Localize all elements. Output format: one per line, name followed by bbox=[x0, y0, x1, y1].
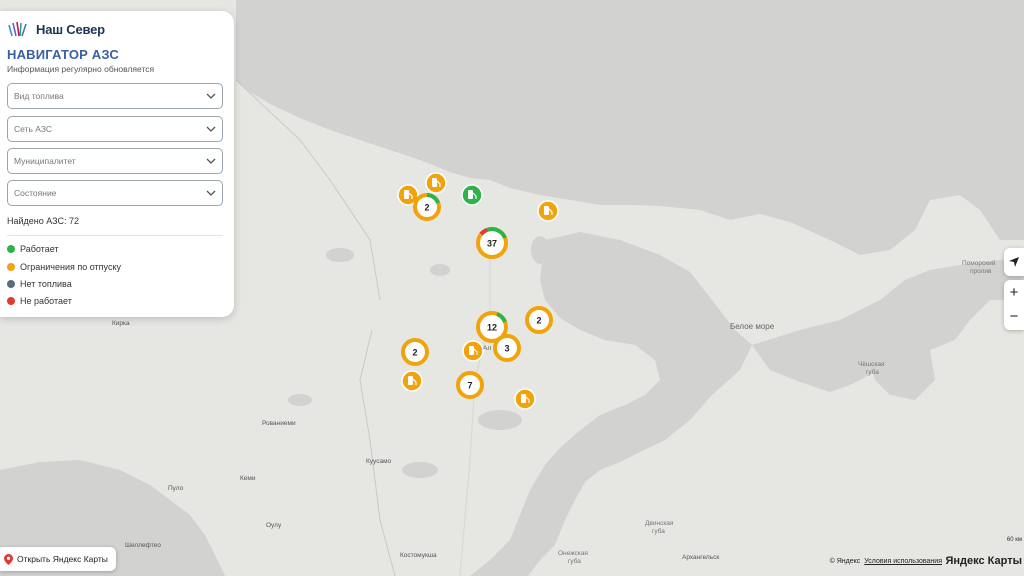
select-placeholder: Вид топлива bbox=[14, 91, 64, 101]
cluster-count: 7 bbox=[467, 381, 472, 391]
status-select[interactable]: Состояние bbox=[7, 180, 223, 206]
cluster-count: 37 bbox=[487, 239, 497, 249]
station-pin[interactable] bbox=[537, 200, 559, 222]
legend-item-closed: Не работает bbox=[7, 296, 72, 306]
station-pin[interactable] bbox=[401, 370, 423, 392]
status-dot bbox=[7, 297, 15, 305]
page-title: НАВИГАТОР АЗС bbox=[7, 47, 120, 62]
map-label: Рованиеми bbox=[262, 420, 296, 427]
fuel-type-select[interactable]: Вид топлива bbox=[7, 83, 223, 109]
map-label: губа bbox=[568, 557, 581, 565]
cluster-count: 12 bbox=[487, 323, 497, 333]
station-pin[interactable] bbox=[462, 340, 484, 362]
map-label: Онежская bbox=[558, 550, 588, 557]
scale-label: 60 км bbox=[1006, 537, 1022, 543]
cluster-count: 2 bbox=[536, 316, 541, 326]
copyright: © Яндекс bbox=[829, 558, 861, 565]
chevron-down-icon bbox=[206, 190, 216, 196]
legend-label: Нет топлива bbox=[20, 279, 72, 289]
map-label: губа bbox=[866, 368, 879, 376]
open-yandex-maps-label: Открыть Яндекс Карты bbox=[17, 554, 108, 564]
brand-name: Наш Север bbox=[36, 21, 105, 37]
filter-panel: Наш Север НАВИГАТОР АЗС Информация регул… bbox=[0, 11, 234, 317]
terms-link[interactable]: Условия использования bbox=[864, 558, 942, 565]
legend-label: Не работает bbox=[20, 296, 72, 306]
cluster-marker[interactable]: 2 bbox=[525, 306, 553, 334]
zoom-control: + − bbox=[1004, 280, 1024, 330]
cluster-count: 2 bbox=[412, 348, 417, 358]
station-pin[interactable] bbox=[514, 388, 536, 410]
map-label: Костомукша bbox=[400, 552, 437, 559]
map-pin-icon bbox=[4, 553, 13, 565]
cluster-marker[interactable]: 37 bbox=[476, 227, 508, 259]
attribution: © Яндекс Условия использования bbox=[830, 558, 942, 565]
status-dot bbox=[7, 263, 15, 271]
legend-item-no-fuel: Нет топлива bbox=[7, 279, 72, 289]
yandex-maps-logo[interactable]: Яндекс Карты bbox=[945, 555, 1022, 567]
brand-logo-icon bbox=[8, 21, 27, 37]
navigation-arrow-icon bbox=[1009, 257, 1019, 267]
map-label: пролив bbox=[970, 268, 992, 275]
map-label: Кирка bbox=[112, 320, 130, 327]
map-label: Куусамо bbox=[366, 458, 392, 465]
chevron-down-icon bbox=[206, 126, 216, 132]
status-dot bbox=[7, 245, 15, 253]
geolocation-button[interactable] bbox=[1004, 248, 1024, 276]
cluster-marker[interactable]: 7 bbox=[456, 371, 484, 399]
select-placeholder: Сеть АЗС bbox=[14, 124, 53, 134]
map-label: Кеми bbox=[240, 475, 256, 482]
lake bbox=[478, 410, 522, 430]
map-label: Чёшская bbox=[858, 361, 885, 368]
zoom-in-button[interactable]: + bbox=[1010, 281, 1019, 305]
found-count: Найдено АЗС: 72 bbox=[7, 216, 80, 226]
cluster-count: 3 bbox=[504, 344, 509, 354]
network-select[interactable]: Сеть АЗС bbox=[7, 116, 223, 142]
map-label: Поморский bbox=[962, 259, 996, 267]
page-subtitle: Информация регулярно обновляется bbox=[7, 64, 155, 74]
legend-item-limited: Ограничения по отпуску bbox=[7, 262, 121, 272]
zoom-out-button[interactable]: − bbox=[1010, 305, 1019, 329]
legend-item-working: Работает bbox=[7, 244, 59, 254]
cluster-marker[interactable]: 2 bbox=[413, 193, 441, 221]
map-label: Ал bbox=[483, 345, 491, 352]
cluster-marker[interactable]: 3 bbox=[493, 334, 521, 362]
map-label: Шеллефтео bbox=[125, 542, 161, 549]
map-label: Пуло bbox=[168, 485, 184, 492]
municipality-select[interactable]: Муниципалитет bbox=[7, 148, 223, 174]
legend-label: Работает bbox=[20, 244, 59, 254]
station-pin-working[interactable] bbox=[461, 184, 483, 206]
map-label: губа bbox=[652, 527, 665, 535]
select-placeholder: Состояние bbox=[14, 188, 57, 198]
divider bbox=[7, 235, 223, 236]
scale-bar: 60 км bbox=[1007, 537, 1022, 543]
open-yandex-maps-button[interactable]: Открыть Яндекс Карты bbox=[0, 547, 116, 571]
lake bbox=[326, 248, 354, 262]
status-dot bbox=[7, 280, 15, 288]
cluster-count: 2 bbox=[424, 203, 429, 213]
map-label: Архангельск bbox=[682, 554, 719, 561]
map-label: Оулу bbox=[266, 522, 282, 529]
lake bbox=[402, 462, 438, 478]
select-placeholder: Муниципалитет bbox=[14, 156, 76, 166]
chevron-down-icon bbox=[206, 93, 216, 99]
map-label: Белое море bbox=[730, 322, 775, 331]
lake bbox=[430, 264, 450, 276]
lake bbox=[531, 236, 549, 264]
legend-label: Ограничения по отпуску bbox=[20, 262, 121, 272]
lake bbox=[288, 394, 312, 406]
cluster-marker[interactable]: 2 bbox=[401, 338, 429, 366]
map-label: Двинская bbox=[645, 520, 674, 527]
station-pin[interactable] bbox=[425, 172, 447, 194]
chevron-down-icon bbox=[206, 158, 216, 164]
brand-logo[interactable]: Наш Север bbox=[8, 21, 105, 37]
